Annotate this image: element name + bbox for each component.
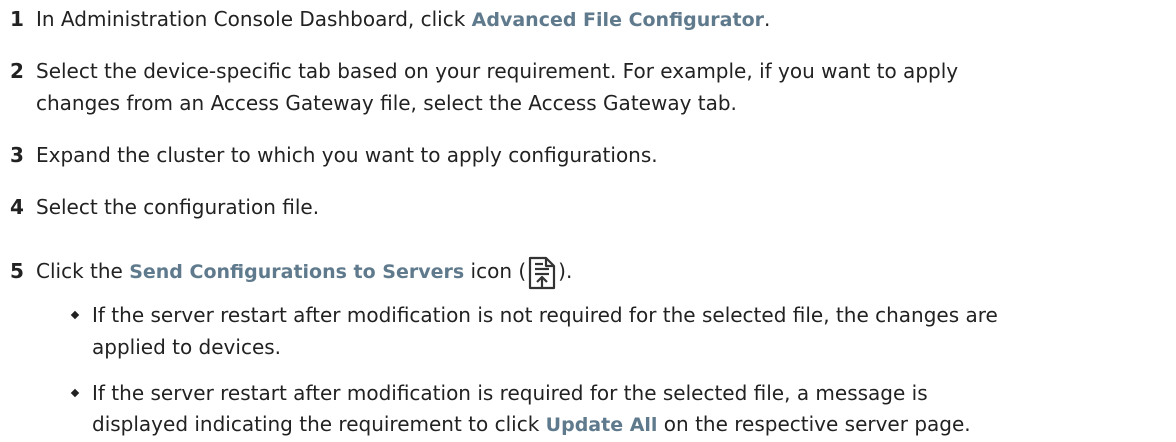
procedure-document: 1 In Administration Console Dashboard, c… xyxy=(0,0,1176,441)
step-text: Expand the cluster to which you want to … xyxy=(36,143,658,167)
bullet-text-before: displayed indicating the requirement to … xyxy=(92,412,546,436)
step-text-before: In Administration Console Dashboard, cli… xyxy=(36,7,472,31)
step-text-line-1: Select the device-specific tab based on … xyxy=(36,59,959,83)
step-text-after: . xyxy=(764,7,771,31)
step-text: Click the Send Configurations to Servers… xyxy=(36,254,572,290)
ui-term-advanced-file-configurator: Advanced File Configurator xyxy=(471,9,764,31)
send-configurations-icon xyxy=(527,256,557,290)
step-text-before: Click the xyxy=(36,259,130,283)
bullet-text-line-2: displayed indicating the requirement to … xyxy=(92,407,971,442)
bullet-text-line-1: If the server restart after modification… xyxy=(92,303,998,327)
bullet-text-after: on the respective server page. xyxy=(657,412,971,436)
step-number: 3 xyxy=(10,143,24,167)
ui-term-send-configurations-to-servers: Send Configurations to Servers xyxy=(129,261,465,283)
step-number: 2 xyxy=(10,59,24,83)
bullet-diamond-icon xyxy=(70,388,80,398)
ui-term-update-all: Update All xyxy=(545,414,658,436)
bullet-text-line-2: applied to devices. xyxy=(92,335,282,359)
step-number: 5 xyxy=(10,259,24,283)
step-text-line-2: changes from an Access Gateway file, sel… xyxy=(36,91,737,115)
bullet-text-line-1: If the server restart after modification… xyxy=(92,381,928,405)
step-text-after: ). xyxy=(558,259,573,283)
step-text: In Administration Console Dashboard, cli… xyxy=(36,2,770,37)
step-number: 1 xyxy=(10,7,24,31)
bullet-diamond-icon xyxy=(70,310,80,320)
step-text: Select the configuration file. xyxy=(36,195,320,219)
step-text-middle: icon ( xyxy=(464,259,527,283)
step-number: 4 xyxy=(10,195,24,219)
